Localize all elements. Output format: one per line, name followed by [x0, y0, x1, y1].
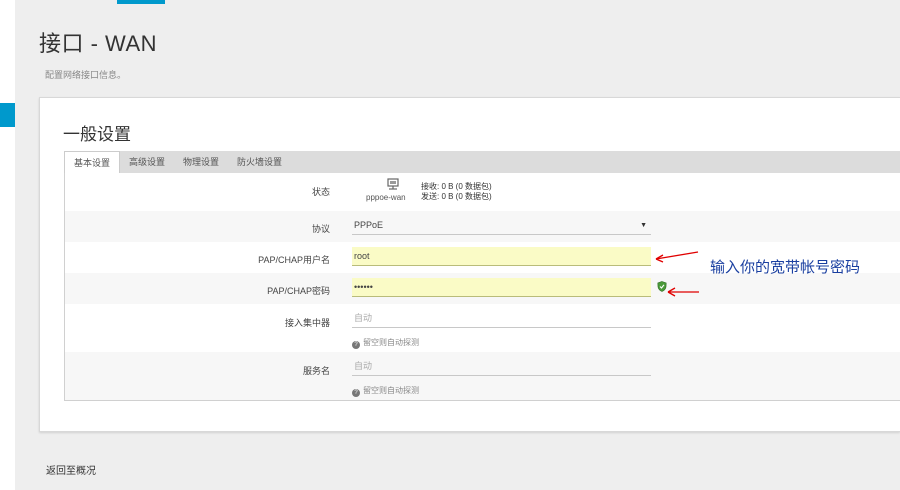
settings-form: 状态 pppoe-wan 接收: 0 B (0 数据包) 发送: 0 B (0 …	[64, 173, 900, 401]
dropdown-arrow-icon: ▼	[640, 222, 647, 229]
status-row: 状态 pppoe-wan 接收: 0 B (0 数据包) 发送: 0 B (0 …	[65, 173, 900, 211]
tab-physical[interactable]: 物理设置	[174, 151, 228, 173]
username-label: PAP/CHAP用户名	[258, 255, 330, 265]
service-label: 服务名	[302, 366, 330, 376]
service-row: 服务名 ?留空则自动探测	[65, 352, 900, 400]
back-to-overview-button[interactable]: 返回至概况	[46, 462, 96, 477]
password-row: PAP/CHAP密码 ••••••	[65, 273, 900, 304]
concentrator-hint-text: 留空则自动探测	[363, 338, 419, 347]
tab-firewall[interactable]: 防火墙设置	[228, 151, 291, 173]
protocol-select[interactable]: PPPoE ▼	[352, 216, 651, 235]
section-title: 一般设置	[63, 125, 131, 144]
password-reveal-icon[interactable]	[657, 281, 667, 292]
status-label: 状态	[311, 187, 330, 197]
network-interface-icon	[387, 178, 399, 190]
protocol-row: 协议 PPPoE ▼	[65, 211, 900, 242]
service-input[interactable]	[352, 357, 651, 376]
sidebar-active-indicator	[0, 103, 15, 127]
concentrator-label: 接入集中器	[284, 318, 330, 328]
page-title: 接口 - WAN	[39, 31, 158, 56]
concentrator-input[interactable]	[352, 309, 651, 328]
tx-stats: 发送: 0 B (0 数据包)	[421, 192, 492, 201]
interface-name: pppoe-wan	[366, 193, 406, 202]
password-masked-value: ••••••	[354, 282, 373, 292]
page-description: 配置网络接口信息。	[45, 70, 127, 80]
tab-basic[interactable]: 基本设置	[64, 151, 121, 173]
concentrator-hint: ? 留空则自动探测	[352, 337, 419, 349]
service-hint-text: 留空则自动探测	[363, 386, 419, 395]
protocol-selected-value: PPPoE	[354, 220, 384, 230]
rx-stats: 接收: 0 B (0 数据包)	[421, 182, 492, 191]
tab-advanced[interactable]: 高级设置	[120, 151, 174, 173]
top-nav-accent	[117, 0, 165, 4]
username-input[interactable]	[352, 247, 651, 266]
traffic-stats: 接收: 0 B (0 数据包) 发送: 0 B (0 数据包)	[421, 182, 492, 202]
service-hint: ? 留空则自动探测	[352, 385, 419, 397]
password-label: PAP/CHAP密码	[267, 286, 330, 296]
annotation-text: 输入你的宽带帐号密码	[710, 258, 861, 276]
password-input[interactable]: ••••••	[352, 278, 651, 297]
concentrator-row: 接入集中器 ?留空则自动探测	[65, 304, 900, 352]
help-icon: ?	[352, 341, 360, 349]
protocol-label: 协议	[311, 224, 330, 234]
help-icon: ?	[352, 389, 360, 397]
settings-tabs: 基本设置 高级设置 物理设置 防火墙设置	[64, 151, 900, 173]
